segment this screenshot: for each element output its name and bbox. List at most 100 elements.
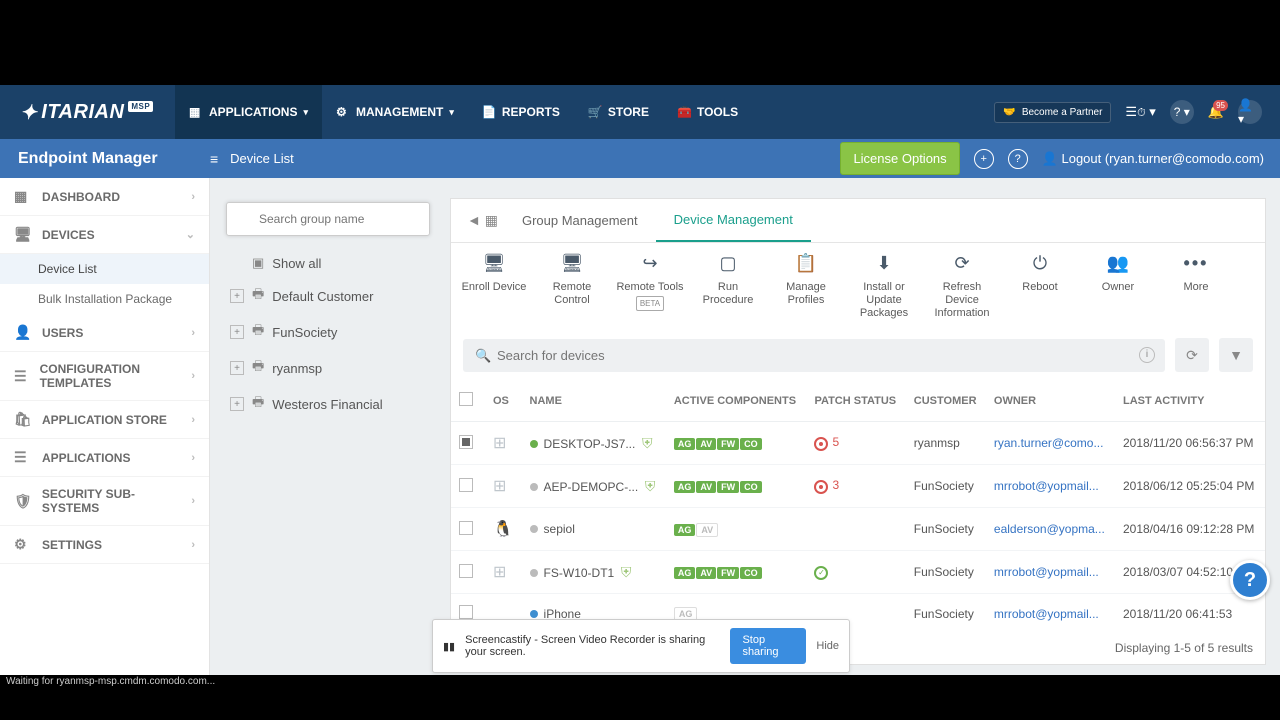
tree-node[interactable]: +🖶ryanmsp xyxy=(226,350,430,386)
shield-icon: ⛨ xyxy=(642,435,653,451)
table-row[interactable]: ⊞ DESKTOP-JS7... ⛨ AGAVFWCO 5 ryanmsp ry… xyxy=(451,422,1265,465)
col-owner[interactable]: OWNER xyxy=(986,380,1115,422)
sidebar-sub-device-list[interactable]: Device List xyxy=(0,254,209,284)
device-name[interactable]: sepiol xyxy=(544,522,575,536)
col-os[interactable]: OS xyxy=(485,380,522,422)
row-checkbox[interactable] xyxy=(459,564,473,578)
col-last-activity[interactable]: LAST ACTIVITY xyxy=(1115,380,1265,422)
os-icon: 🐧 xyxy=(493,521,513,538)
shield-icon: ⛨ xyxy=(645,478,656,494)
sidebar-sub-bulk-installation-package[interactable]: Bulk Installation Package xyxy=(0,284,209,314)
toolbar-run-procedure[interactable]: ▢Run Procedure xyxy=(689,251,767,330)
row-checkbox[interactable] xyxy=(459,435,473,449)
device-search-input[interactable] xyxy=(463,339,1165,372)
top-nav: ✦ITARIANMSP ▦APPLICATIONS ▾⚙MANAGEMENT ▾… xyxy=(0,85,1280,139)
toolbar-remote-control[interactable]: 🖥Remote Control xyxy=(533,251,611,330)
hamburger-icon[interactable]: ≡ xyxy=(210,151,218,167)
toolbar-remote-tools[interactable]: ↪Remote ToolsBETA xyxy=(611,251,689,330)
table-row[interactable]: ⊞ FS-W10-DT1 ⛨ AGAVFWCO ✓ FunSociety mrr… xyxy=(451,551,1265,594)
toolbar-manage-profiles[interactable]: 📋Manage Profiles xyxy=(767,251,845,330)
toolbar-install-or-update-packages[interactable]: ⬇Install or Update Packages xyxy=(845,251,923,330)
tree-node[interactable]: +🖶FunSociety xyxy=(226,314,430,350)
sidebar-item-users[interactable]: 👤USERS› xyxy=(0,314,209,352)
license-options-button[interactable]: License Options xyxy=(840,142,959,175)
help-float-button[interactable]: ? xyxy=(1230,560,1270,600)
sidebar-item-dashboard[interactable]: ▦DASHBOARD› xyxy=(0,178,209,216)
expand-icon[interactable]: + xyxy=(230,325,244,339)
device-name[interactable]: AEP-DEMOPC-... xyxy=(544,480,639,494)
refresh-icon[interactable]: ⟳ xyxy=(1175,338,1209,372)
breadcrumb-text: Device List xyxy=(230,151,294,166)
customer-cell: FunSociety xyxy=(906,465,986,508)
sidebar-item-settings[interactable]: ⚙SETTINGS› xyxy=(0,526,209,564)
col-active-components[interactable]: ACTIVE COMPONENTS xyxy=(666,380,807,422)
topnav-management[interactable]: ⚙MANAGEMENT ▾ xyxy=(322,85,468,139)
col-patch-status[interactable]: PATCH STATUS xyxy=(806,380,905,422)
user-avatar-icon[interactable]: 👤 ▾ xyxy=(1238,100,1262,124)
expand-icon[interactable]: + xyxy=(230,361,244,375)
owner-link[interactable]: mrrobot@yopmail... xyxy=(994,565,1099,579)
main-panel: ◄ ▦ Group Management Device Management 🖥… xyxy=(450,198,1266,665)
become-partner-button[interactable]: 🤝Become a Partner xyxy=(994,102,1111,123)
help-icon[interactable]: ? ▾ xyxy=(1170,100,1194,124)
toolbar-more[interactable]: •••More xyxy=(1157,251,1235,330)
topnav-reports[interactable]: 📄REPORTS xyxy=(468,85,574,139)
col-customer[interactable]: CUSTOMER xyxy=(906,380,986,422)
device-name[interactable]: FS-W10-DT1 xyxy=(544,566,615,580)
expand-icon[interactable]: + xyxy=(230,289,244,303)
brand-logo: ✦ITARIANMSP xyxy=(0,100,175,125)
owner-link[interactable]: mrrobot@yopmail... xyxy=(994,479,1099,493)
tab-group-management[interactable]: Group Management xyxy=(504,200,656,241)
toolbar-refresh-device-information[interactable]: ⟳Refresh Device Information xyxy=(923,251,1001,330)
tree-node[interactable]: +🖶Westeros Financial xyxy=(226,386,430,422)
sidebar-item-application-store[interactable]: 🛍APPLICATION STORE› xyxy=(0,401,209,439)
toolbar-owner[interactable]: 👥Owner xyxy=(1079,251,1157,330)
notification-icon[interactable]: 🔔95 xyxy=(1208,104,1224,120)
customer-cell: FunSociety xyxy=(906,551,986,594)
row-checkbox[interactable] xyxy=(459,521,473,535)
last-activity-cell: 2018/11/20 06:56:37 PM xyxy=(1115,422,1265,465)
show-all-row[interactable]: ▣ Show all xyxy=(226,248,430,278)
collapse-tree-icon[interactable]: ◄ ▦ xyxy=(461,202,504,239)
group-search-input[interactable] xyxy=(226,202,430,236)
toolbar-enroll-device[interactable]: 🖥Enroll Device xyxy=(455,251,533,330)
owner-link[interactable]: ealderson@yopma... xyxy=(994,522,1105,536)
topnav-applications[interactable]: ▦APPLICATIONS ▾ xyxy=(175,85,322,139)
select-all-checkbox[interactable] xyxy=(459,392,473,406)
topnav-menu: ▦APPLICATIONS ▾⚙MANAGEMENT ▾📄REPORTS🛒STO… xyxy=(175,85,994,139)
owner-link[interactable]: mrrobot@yopmail... xyxy=(994,607,1099,621)
help-circle-icon[interactable]: ? xyxy=(1008,149,1028,169)
stop-sharing-button[interactable]: Stop sharing xyxy=(730,628,806,664)
tab-device-management[interactable]: Device Management xyxy=(656,199,811,242)
row-checkbox[interactable] xyxy=(459,478,473,492)
info-icon[interactable]: i xyxy=(1139,347,1155,363)
filter-icon[interactable]: ▼ xyxy=(1219,338,1253,372)
sidebar-item-devices[interactable]: 🖥DEVICES⌄ xyxy=(0,216,209,254)
table-row[interactable]: 🐧 sepiol AGAV FunSociety ealderson@yopma… xyxy=(451,508,1265,551)
sidebar: ▦DASHBOARD›🖥DEVICES⌄Device ListBulk Inst… xyxy=(0,178,210,675)
group-tree-panel: 🔍 ▣ Show all +🖶Default Customer+🖶FunSoci… xyxy=(210,178,440,675)
content-area: 🔍 ▣ Show all +🖶Default Customer+🖶FunSoci… xyxy=(210,178,1280,675)
logout-link[interactable]: 👤 Logout (ryan.turner@comodo.com) xyxy=(1042,151,1264,167)
sidebar-item-security-sub-systems[interactable]: 🛡SECURITY SUB-SYSTEMS› xyxy=(0,477,209,526)
device-grid: OSNAMEACTIVE COMPONENTSPATCH STATUSCUSTO… xyxy=(451,380,1265,626)
toolbar-reboot[interactable]: ⏻Reboot xyxy=(1001,251,1079,330)
table-row[interactable]: ⊞ AEP-DEMOPC-... ⛨ AGAVFWCO 3 FunSociety… xyxy=(451,465,1265,508)
topnav-tools[interactable]: 🧰TOOLS xyxy=(663,85,752,139)
pause-icon[interactable]: ▮▮ xyxy=(443,640,455,653)
hide-button[interactable]: Hide xyxy=(816,640,839,652)
list-settings-icon[interactable]: ☰⏱ ▾ xyxy=(1125,104,1155,120)
os-icon: ⊞ xyxy=(493,435,506,452)
owner-link[interactable]: ryan.turner@como... xyxy=(994,436,1104,450)
sidebar-item-configuration-templates[interactable]: ☰CONFIGURATION TEMPLATES› xyxy=(0,352,209,401)
expand-icon[interactable]: + xyxy=(230,397,244,411)
sidebar-item-applications[interactable]: ☰APPLICATIONS› xyxy=(0,439,209,477)
topnav-store[interactable]: 🛒STORE xyxy=(574,85,663,139)
row-checkbox[interactable] xyxy=(459,605,473,619)
tree-node[interactable]: +🖶Default Customer xyxy=(226,278,430,314)
screencast-bar: ▮▮ Screencastify - Screen Video Recorder… xyxy=(432,619,850,673)
col-name[interactable]: NAME xyxy=(522,380,666,422)
add-icon[interactable]: + xyxy=(974,149,994,169)
last-activity-cell: 2018/06/12 05:25:04 PM xyxy=(1115,465,1265,508)
device-name[interactable]: DESKTOP-JS7... xyxy=(544,437,636,451)
